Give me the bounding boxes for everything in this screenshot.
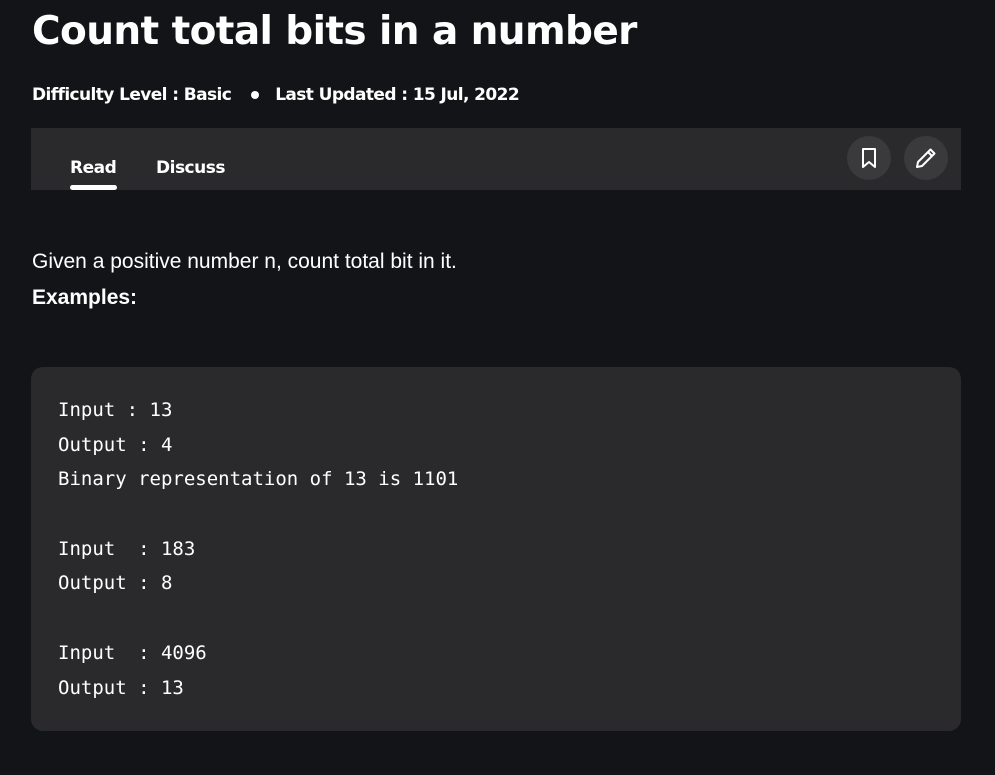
code-line: Output : 8 bbox=[58, 572, 173, 595]
article-tab-bar: Read Discuss bbox=[31, 128, 961, 190]
page-title: Count total bits in a number bbox=[32, 9, 637, 54]
code-lines: Input : 13 Output : 4 Binary representat… bbox=[58, 396, 458, 708]
code-line: Binary representation of 13 is 1101 bbox=[58, 468, 459, 491]
pencil-icon bbox=[916, 148, 936, 168]
separator-dot bbox=[251, 91, 260, 99]
tab-read[interactable]: Read bbox=[70, 156, 117, 180]
last-updated: Last Updated : 15 Jul, 2022 bbox=[275, 85, 520, 105]
code-line: Output : 13 bbox=[58, 676, 184, 699]
bookmark-button[interactable] bbox=[847, 136, 891, 180]
article-intro: Given a positive number n, count total b… bbox=[32, 250, 457, 273]
article-meta: Difficulty Level : Basic Last Updated : … bbox=[32, 83, 520, 107]
difficulty-level: Difficulty Level : Basic bbox=[32, 85, 232, 105]
code-block: Input : 13 Output : 4 Binary representat… bbox=[31, 367, 961, 731]
bookmark-icon bbox=[862, 148, 876, 168]
code-line: Input : 13 bbox=[58, 399, 173, 421]
tab-discuss[interactable]: Discuss bbox=[156, 156, 225, 180]
code-line: Output : 4 bbox=[58, 433, 173, 456]
active-tab-indicator bbox=[70, 185, 117, 190]
edit-button[interactable] bbox=[904, 136, 948, 180]
code-line: Input : 183 bbox=[58, 537, 196, 560]
examples-heading: Examples: bbox=[32, 286, 138, 309]
code-line: Input : 4096 bbox=[58, 641, 207, 664]
